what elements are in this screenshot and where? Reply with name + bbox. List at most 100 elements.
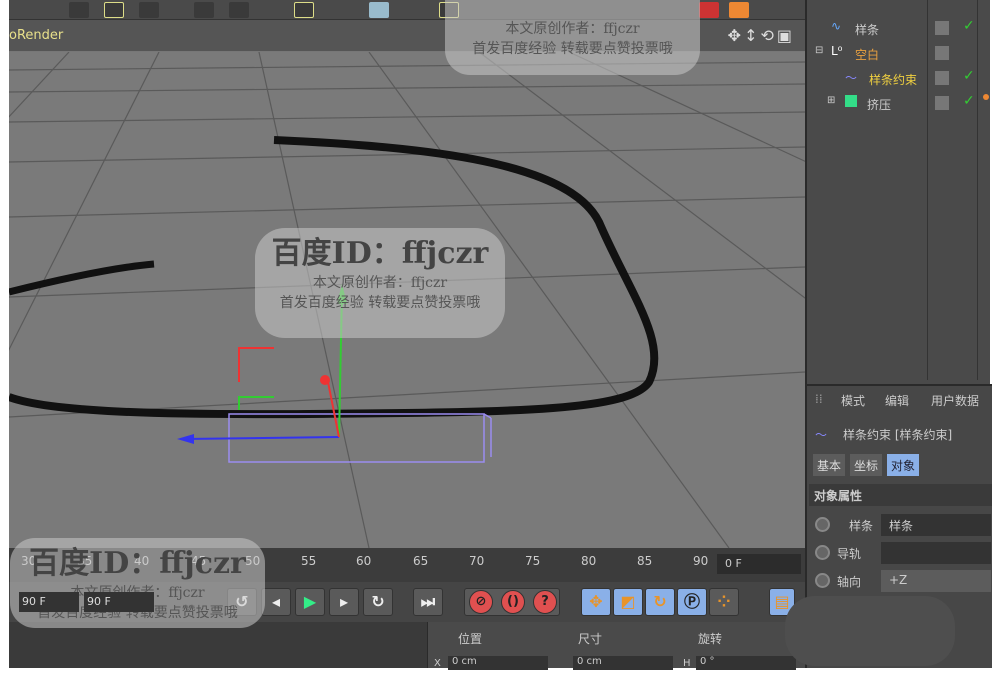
rotation-h-field[interactable]: 0 ° (696, 656, 796, 670)
object-item-null[interactable]: ⊟ L⁰ 空白 (807, 42, 987, 66)
next-key-button[interactable]: ▸ (329, 588, 359, 616)
coords-header-rotation: 旋转 (698, 632, 723, 646)
key-param-button[interactable]: Ⓟ (677, 588, 707, 616)
field-label: 样条 (849, 519, 874, 533)
expand-icon[interactable]: ⊞ (827, 95, 835, 106)
end-frame-field[interactable]: 90 F (84, 592, 154, 612)
tick-label: 55 (301, 554, 317, 568)
spline-field-row: 样条 样条 (815, 514, 995, 536)
rail-link-field[interactable] (881, 542, 991, 564)
object-item-spline-wrap[interactable]: 〜 样条约束 ✓ (807, 67, 987, 91)
toolbar-button[interactable] (104, 2, 124, 18)
field-label: 导轨 (837, 547, 862, 561)
object-item-spline[interactable]: ∿ 样条 ✓ (807, 17, 987, 41)
watermark-note: 首发百度经验 转载要点赞投票哦 (472, 41, 673, 57)
enabled-check-icon[interactable]: ✓ (963, 18, 975, 34)
tick-label: 70 (469, 554, 485, 568)
position-x-field[interactable]: 0 cm (448, 656, 548, 670)
section-header: 对象属性 (809, 484, 992, 506)
collapse-icon[interactable]: ⊟ (815, 45, 823, 56)
layer-toggle[interactable] (935, 96, 949, 110)
spline-wrap-icon: 〜 (815, 428, 828, 442)
watermark: 百度ID：ffjczr本文原创作者：ffjczr首发百度经验 转载要点赞投票哦 (10, 538, 265, 628)
spline-wrap-icon: 〜 (845, 71, 858, 85)
layer-toggle[interactable] (935, 46, 949, 60)
coordinates-manager: 位置 尺寸 旋转 X 0 cm 0 cm H 0 ° (427, 622, 805, 670)
tick-label: 75 (525, 554, 541, 568)
column-divider (927, 0, 928, 380)
tick-label: 80 (581, 554, 597, 568)
keyframe-selection-button[interactable]: ? (533, 590, 557, 614)
key-scale-button[interactable]: ◩ (613, 588, 643, 616)
object-item-extrude[interactable]: ⊞ 挤压 ✓ (807, 92, 987, 116)
viewport-nav-icons[interactable]: ✥↕⟲▣ (728, 26, 795, 45)
animate-radio[interactable] (815, 573, 830, 588)
animate-radio[interactable] (815, 517, 830, 532)
tick-label: 65 (413, 554, 429, 568)
axis-dropdown[interactable]: +Z (881, 570, 991, 592)
enabled-check-icon[interactable]: ✓ (963, 68, 975, 84)
key-pla-button[interactable]: ⁘ (709, 588, 739, 616)
toolbar-button[interactable] (699, 2, 719, 18)
spline-link-field[interactable]: 样条 (881, 514, 991, 536)
record-key-button[interactable]: ⊘ (469, 590, 493, 614)
layer-toggle[interactable] (935, 21, 949, 35)
tick-label: 60 (356, 554, 372, 568)
watermark-id: 百度ID：ffjczr (271, 236, 489, 271)
coord-h-label: H (683, 658, 691, 669)
coords-header-position: 位置 (458, 632, 483, 646)
toolbar-button[interactable] (139, 2, 159, 18)
go-end-button[interactable]: ⏭ (413, 588, 443, 616)
attribute-manager: ⁞⁞ 模式 编辑 用户数据 〜 样条约束 [样条约束] 基本 坐标 对象 对象属… (785, 384, 995, 668)
tick-label: 90 (693, 554, 709, 568)
object-label: 样条 (855, 23, 880, 37)
object-label: 空白 (855, 48, 880, 62)
toolbar-button[interactable] (294, 2, 314, 18)
enabled-check-icon[interactable]: ✓ (963, 93, 975, 109)
field-label: 轴向 (837, 575, 862, 589)
tab-object[interactable]: 对象 (887, 454, 920, 476)
auto-key-button[interactable]: () (501, 590, 525, 614)
object-label: 样条约束 (869, 73, 918, 87)
viewport-menu-render[interactable]: oRender (9, 28, 63, 43)
loop-button[interactable]: ↻ (363, 588, 393, 616)
coord-x-label: X (434, 658, 441, 669)
toolbar-button[interactable] (229, 2, 249, 18)
play-button[interactable]: ▶ (295, 588, 325, 616)
watermark: 百度ID：ffjczr 本文原创作者：ffjczr 首发百度经验 转载要点赞投票哦 (255, 228, 505, 338)
axis-field-row: 轴向 +Z (815, 570, 995, 592)
menu-user-data[interactable]: 用户数据 (931, 392, 979, 409)
prev-key-button[interactable]: ◂ (261, 588, 291, 616)
bottom-panel: 位置 尺寸 旋转 X 0 cm 0 cm H 0 ° (9, 622, 805, 670)
object-label: 挤压 (867, 98, 892, 112)
layer-toggle[interactable] (935, 71, 949, 85)
watermark-id: 百度ID：ffjczr (29, 546, 246, 581)
menu-edit[interactable]: 编辑 (885, 392, 909, 409)
extrude-icon (845, 95, 857, 107)
animate-radio[interactable] (815, 545, 830, 560)
watermark-author: 本文原创作者：ffjczr (505, 21, 640, 37)
key-position-button[interactable]: ✥ (581, 588, 611, 616)
tab-coord[interactable]: 坐标 (850, 454, 883, 476)
object-manager: ∿ 样条 ✓ ⊟ L⁰ 空白 〜 样条约束 ✓ ⊞ 挤压 ✓ (807, 0, 992, 380)
menu-mode[interactable]: 模式 (841, 392, 865, 409)
rail-field-row: 导轨 (815, 542, 995, 564)
watermark: 本文原创作者：ffjczr 首发百度经验 转载要点赞投票哦 (445, 0, 700, 75)
column-divider (977, 0, 978, 380)
start-frame-field[interactable]: 90 F (19, 592, 79, 612)
spline-curve-segment (9, 260, 155, 296)
tag-indicator (983, 94, 989, 100)
null-icon: L⁰ (831, 44, 843, 58)
tab-basic[interactable]: 基本 (813, 454, 846, 476)
grip-icon: ⁞⁞ (815, 392, 823, 406)
toolbar-button[interactable] (369, 2, 389, 18)
key-rotation-button[interactable]: ↻ (645, 588, 675, 616)
toolbar-button[interactable] (194, 2, 214, 18)
watermark-author: 本文原创作者：ffjczr (312, 275, 448, 291)
toolbar-button[interactable] (729, 2, 749, 18)
toolbar-button[interactable] (69, 2, 89, 18)
right-panel: ∿ 样条 ✓ ⊟ L⁰ 空白 〜 样条约束 ✓ ⊞ 挤压 ✓ ⁞⁞ 模式 编辑 … (785, 0, 995, 668)
size-x-field[interactable]: 0 cm (573, 656, 673, 670)
watermark-note: 首发百度经验 转载要点赞投票哦 (279, 295, 481, 311)
current-frame-field[interactable]: 0 F (717, 554, 801, 574)
